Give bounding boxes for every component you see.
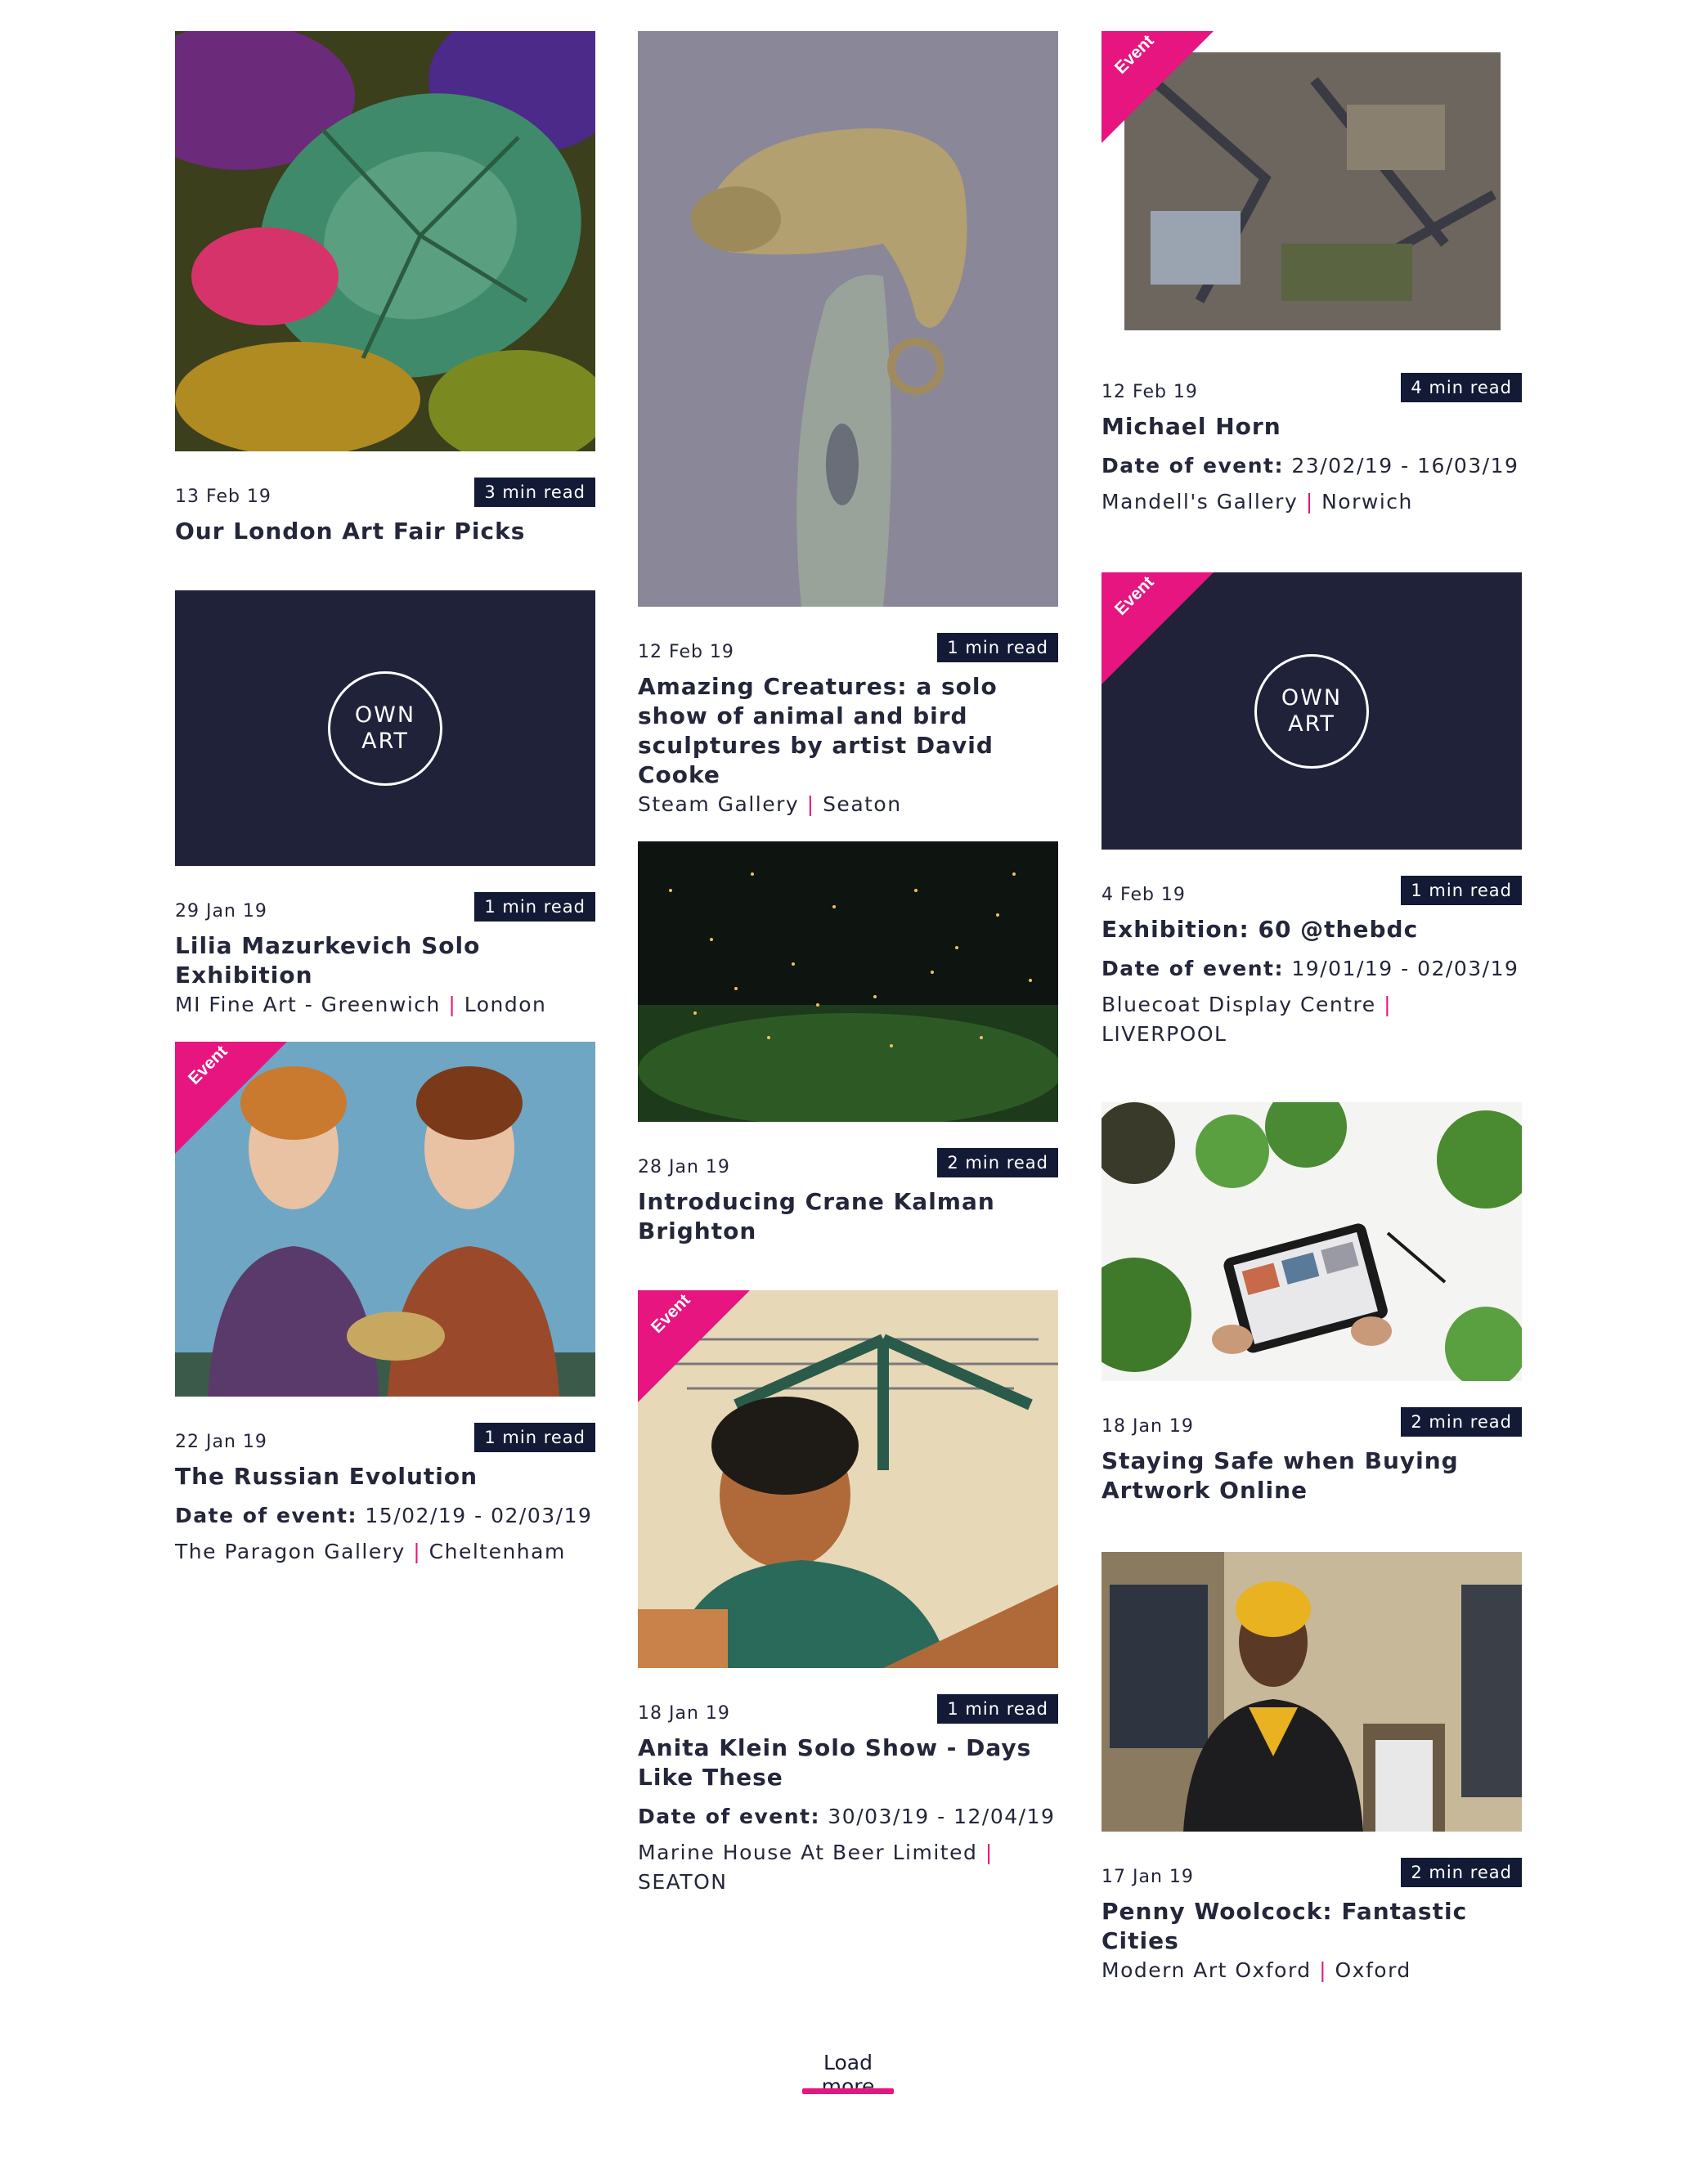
event-dates: Date of event: 15/02/19 - 02/03/19 [175, 1504, 593, 1527]
article-title[interactable]: Anita Klein Solo Show - Days Like These [638, 1733, 1058, 1792]
firefly-forest-photo [638, 841, 1058, 1122]
man-yellow-beanie-photo [1102, 1552, 1522, 1832]
event-dates: Date of event: 19/01/19 - 02/03/19 [1102, 957, 1519, 980]
article-title[interactable]: Lilia Mazurkevich Solo Exhibition [175, 931, 595, 990]
read-time-badge: 2 min read [1401, 1407, 1522, 1437]
chameleon-sculpture [638, 31, 1058, 607]
read-time-badge: 1 min read [474, 1423, 595, 1452]
article-card[interactable]: OWN ART Event 4 Feb 19 1 min read Exhibit… [1102, 572, 1522, 1049]
article-card[interactable]: 12 Feb 19 1 min read Amazing Creatures: … [638, 31, 1058, 819]
article-date: 12 Feb 19 [638, 642, 734, 662]
article-date: 13 Feb 19 [175, 487, 271, 507]
article-image[interactable] [1102, 1102, 1522, 1381]
article-title[interactable]: Penny Woolcock: Fantastic Cities [1102, 1897, 1522, 1956]
article-location: Marine House At Beer Limited | SEATON [638, 1841, 994, 1894]
article-image[interactable]: Event [638, 1290, 1058, 1668]
event-ribbon: Event [1102, 31, 1214, 143]
article-image[interactable]: Event [1102, 31, 1522, 347]
tropical-leaves-image [175, 31, 595, 451]
read-time-badge: 1 min read [937, 1694, 1058, 1724]
read-time-badge: 1 min read [1401, 876, 1522, 905]
article-title[interactable]: The Russian Evolution [175, 1462, 595, 1491]
read-time-badge: 1 min read [937, 633, 1058, 662]
article-card[interactable]: OWN ART 29 Jan 19 1 min read Lilia Mazurk… [175, 590, 595, 1020]
event-dates: Date of event: 23/02/19 - 16/03/19 [1102, 454, 1519, 478]
article-card[interactable]: 18 Jan 19 2 min read Staying Safe when B… [1102, 1102, 1522, 1505]
tablet-plants-photo [1102, 1102, 1522, 1381]
article-title[interactable]: Our London Art Fair Picks [175, 517, 595, 546]
article-image[interactable] [638, 841, 1058, 1122]
article-card[interactable]: Event 18 Jan 19 1 min read Anita Klein S… [638, 1290, 1058, 1897]
event-ribbon: Event [638, 1290, 750, 1402]
article-title[interactable]: Michael Horn [1102, 412, 1522, 442]
article-date: 12 Feb 19 [1102, 382, 1198, 402]
article-card[interactable]: Event 22 Jan 19 1 min read The Russian E… [175, 1042, 595, 1567]
event-dates: Date of event: 30/03/19 - 12/04/19 [638, 1805, 1056, 1828]
article-location: Mandell's Gallery | Norwich [1102, 490, 1413, 513]
article-location: MI Fine Art - Greenwich | London [175, 993, 547, 1016]
article-title[interactable]: Staying Safe when Buying Artwork Online [1102, 1446, 1522, 1505]
read-time-badge: 4 min read [1401, 373, 1522, 402]
article-location: The Paragon Gallery | Cheltenham [175, 1540, 566, 1563]
article-title[interactable]: Introducing Crane Kalman Brighton [638, 1187, 1058, 1246]
read-time-badge: 2 min read [1401, 1858, 1522, 1887]
article-image[interactable]: OWN ART Event [1102, 572, 1522, 850]
article-image[interactable] [175, 31, 595, 451]
article-image[interactable]: OWN ART [175, 590, 595, 866]
article-image[interactable] [638, 31, 1058, 607]
article-location: Bluecoat Display Centre | LIVERPOOL [1102, 993, 1393, 1046]
own-art-logo: OWN ART [328, 670, 442, 786]
article-location: Modern Art Oxford | Oxford [1102, 1958, 1411, 1982]
event-ribbon: Event [175, 1042, 287, 1154]
own-art-logo: OWN ART [1254, 653, 1369, 769]
article-card[interactable]: 17 Jan 19 2 min read Penny Woolcock: Fan… [1102, 1552, 1522, 1985]
article-date: 4 Feb 19 [1102, 885, 1186, 905]
article-title[interactable]: Amazing Creatures: a solo show of animal… [638, 672, 1058, 790]
read-time-badge: 1 min read [474, 892, 595, 922]
load-more-underline [802, 2088, 894, 2094]
article-card[interactable]: 28 Jan 19 2 min read Introducing Crane K… [638, 841, 1058, 1246]
article-date: 18 Jan 19 [1102, 1416, 1194, 1437]
read-time-badge: 2 min read [937, 1148, 1058, 1177]
article-image[interactable] [1102, 1552, 1522, 1832]
article-card[interactable]: 13 Feb 19 3 min read Our London Art Fair… [175, 31, 595, 546]
article-title[interactable]: Exhibition: 60 @thebdc [1102, 915, 1522, 944]
article-date: 28 Jan 19 [638, 1157, 730, 1177]
article-location: Steam Gallery | Seaton [638, 792, 902, 816]
article-date: 29 Jan 19 [175, 901, 267, 922]
article-image[interactable]: Event [175, 1042, 595, 1397]
article-card[interactable]: Event 12 Feb 19 4 min read Michael Horn … [1102, 31, 1522, 517]
article-date: 22 Jan 19 [175, 1432, 267, 1452]
read-time-badge: 3 min read [474, 478, 595, 507]
article-date: 17 Jan 19 [1102, 1867, 1194, 1887]
event-ribbon: Event [1102, 572, 1214, 684]
article-date: 18 Jan 19 [638, 1703, 730, 1724]
